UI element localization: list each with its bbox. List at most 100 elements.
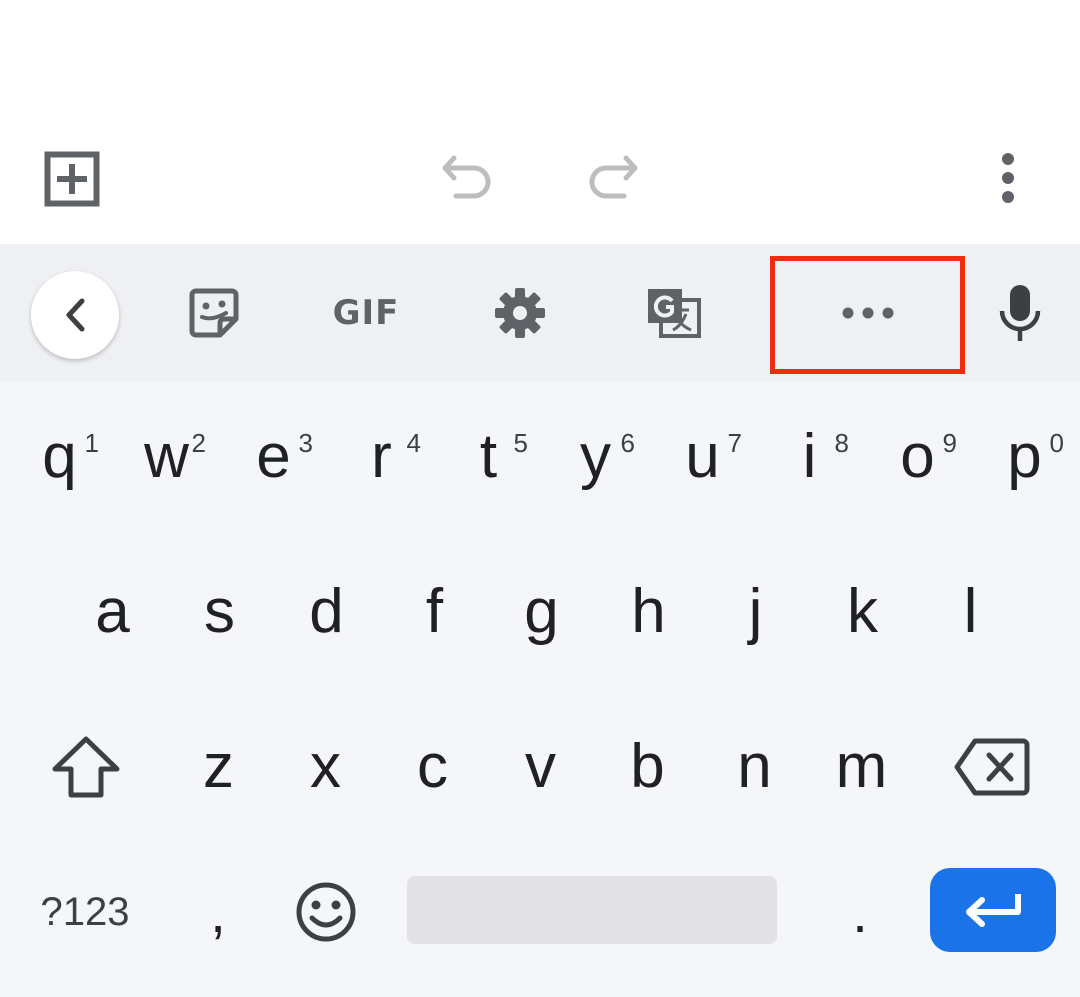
translate-icon [648,289,701,338]
emoji-icon [296,882,356,942]
key-label: u [685,422,720,491]
more-vert-icon [1002,153,1014,203]
more-tools-button[interactable] [820,244,915,382]
key-label: c [417,732,448,801]
translate-button[interactable] [636,244,712,382]
key-i[interactable]: i8 [756,402,863,512]
key-k[interactable]: k [809,552,916,672]
settings-button[interactable] [480,244,560,382]
key-h[interactable]: h [595,552,702,672]
gif-button[interactable]: GIF [318,244,414,382]
key-label: m [835,732,888,801]
key-label: q [42,422,77,491]
period-key-label: . [852,880,868,944]
key-r[interactable]: r4 [328,402,435,512]
key-number-hint: 9 [942,428,957,458]
add-button[interactable] [40,148,104,210]
key-c[interactable]: c [379,712,486,822]
backspace-key[interactable] [946,722,1038,812]
key-f[interactable]: f [381,552,488,672]
key-number-hint: 3 [298,428,313,458]
more-options-button[interactable] [988,148,1028,208]
shift-key[interactable] [40,722,132,812]
key-label: j [748,577,763,646]
period-key[interactable]: . [822,862,898,962]
mic-icon [999,285,1041,341]
key-e[interactable]: e3 [220,402,327,512]
backspace-icon [954,738,1030,796]
key-v[interactable]: v [487,712,594,822]
voice-input-button[interactable] [988,244,1052,382]
key-number-hint: 6 [620,428,635,458]
key-number-hint: 0 [1049,428,1064,458]
key-number-hint: 8 [834,428,849,458]
key-number-hint: 7 [727,428,742,458]
sticker-icon [189,288,239,338]
key-label: r [371,422,392,491]
gear-icon [495,288,545,338]
key-label: k [847,577,878,646]
key-x[interactable]: x [272,712,379,822]
key-label: o [900,422,935,491]
sticker-button[interactable] [170,244,258,382]
key-label: v [525,732,556,801]
key-d[interactable]: d [273,552,380,672]
key-o[interactable]: o9 [864,402,971,512]
key-u[interactable]: u7 [649,402,756,512]
comma-key-label: , [210,880,226,944]
key-a[interactable]: a [59,552,166,672]
collapse-toolbar-button[interactable] [31,271,119,359]
space-bar[interactable] [407,876,777,944]
key-w[interactable]: w2 [113,402,220,512]
gif-label: GIF [332,293,400,333]
key-label: p [1007,422,1042,491]
comma-key[interactable]: , [180,862,256,962]
more-horiz-icon [842,307,893,319]
key-number-hint: 2 [191,428,206,458]
key-g[interactable]: g [488,552,595,672]
enter-icon [966,894,1021,927]
keyboard-toolbar: GIF [0,244,1080,382]
key-y[interactable]: y6 [542,402,649,512]
symbols-key[interactable]: ?123 [20,872,150,952]
emoji-key[interactable] [280,872,372,952]
key-l[interactable]: l [917,552,1024,672]
key-m[interactable]: m [808,712,915,822]
key-label: n [737,732,772,801]
key-q[interactable]: q1 [6,402,113,512]
key-s[interactable]: s [166,552,273,672]
chevron-left-icon [66,298,85,332]
key-label: z [203,732,234,801]
key-label: f [425,577,444,646]
key-label: y [580,422,611,491]
key-label: b [630,732,665,801]
key-label: t [479,422,498,491]
key-p[interactable]: p0 [971,402,1078,512]
key-label: s [204,577,235,646]
redo-button[interactable] [580,148,644,208]
undo-icon [442,155,491,199]
key-label: w [144,422,189,491]
add-box-icon [44,151,100,207]
symbols-key-label: ?123 [40,889,130,934]
key-b[interactable]: b [594,712,701,822]
key-label: d [309,577,344,646]
key-label: x [310,732,341,801]
key-label: l [963,577,978,646]
redo-icon [589,155,638,199]
enter-key[interactable] [930,868,1056,952]
key-number-hint: 4 [406,428,421,458]
key-z[interactable]: z [165,712,272,822]
key-n[interactable]: n [701,712,808,822]
key-label: i [802,422,817,491]
key-label: e [256,422,291,491]
key-label: g [524,577,559,646]
key-j[interactable]: j [702,552,809,672]
key-number-hint: 1 [84,428,99,458]
key-t[interactable]: t5 [435,402,542,512]
key-label: h [631,577,666,646]
undo-button[interactable] [436,148,500,208]
key-number-hint: 5 [513,428,528,458]
shift-icon [52,736,120,798]
key-label: a [95,577,130,646]
